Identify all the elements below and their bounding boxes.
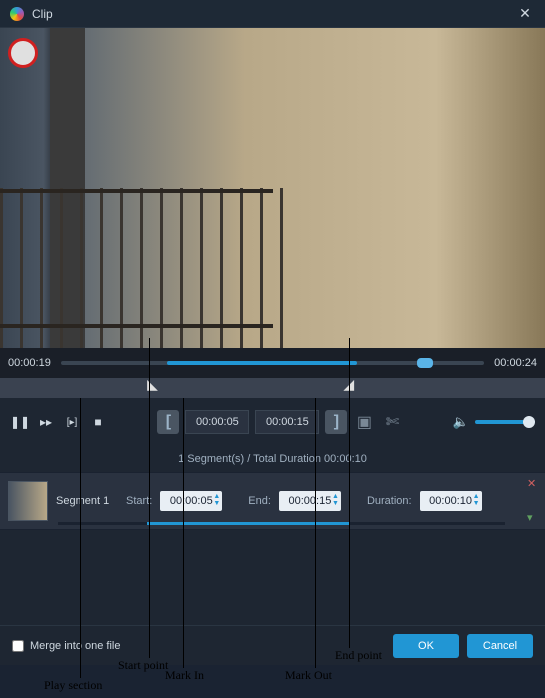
spinner-icon[interactable]: ▲▼ bbox=[332, 493, 339, 507]
stop-button[interactable]: ■ bbox=[88, 412, 108, 432]
add-segment-icon[interactable]: ▾ bbox=[527, 511, 541, 525]
duration-input[interactable]: 00:00:10 ▲▼ bbox=[420, 491, 482, 511]
start-label: Start: bbox=[126, 495, 152, 507]
total-time: 00:00:24 bbox=[494, 357, 537, 369]
duration-label: Duration: bbox=[367, 495, 412, 507]
anno-mark-in: Mark In bbox=[165, 668, 204, 683]
merge-checkbox[interactable] bbox=[12, 640, 24, 652]
mark-in-time[interactable]: 00:00:05 bbox=[185, 410, 249, 434]
timeline-bar: 00:00:19 00:00:24 bbox=[0, 348, 545, 378]
fast-forward-button[interactable]: ▸▸ bbox=[36, 412, 56, 432]
playback-controls: ❚❚ ▸▸ [▸] ■ [ 00:00:05 00:00:15 ] ▣ ✄ 🔈 bbox=[0, 398, 545, 446]
timeline-handle[interactable] bbox=[417, 358, 433, 368]
anno-mark-out: Mark Out bbox=[285, 668, 332, 683]
end-time-input[interactable]: 00:00:15 ▲▼ bbox=[279, 491, 341, 511]
segment-row[interactable]: Segment 1 Start: 00:00:05 ▲▼ End: 00:00:… bbox=[0, 472, 545, 530]
window-title: Clip bbox=[32, 7, 53, 21]
mark-out-time[interactable]: 00:00:15 bbox=[255, 410, 319, 434]
video-preview bbox=[0, 28, 545, 348]
crop-icon[interactable]: ▣ bbox=[353, 411, 375, 433]
speaker-icon[interactable]: 🔈 bbox=[453, 414, 469, 430]
timeline-progress bbox=[167, 361, 358, 365]
mark-strip: ◣ ◢ bbox=[0, 378, 545, 398]
mark-in-button[interactable]: [ bbox=[157, 410, 179, 434]
merge-checkbox-label[interactable]: Merge into one file bbox=[12, 640, 121, 652]
segment-track[interactable] bbox=[58, 522, 505, 525]
end-label: End: bbox=[248, 495, 271, 507]
spinner-icon[interactable]: ▲▼ bbox=[213, 493, 220, 507]
mark-out-indicator[interactable]: ◢ bbox=[343, 376, 353, 386]
delete-segment-icon[interactable]: ✕ bbox=[527, 477, 541, 491]
title-bar: Clip ✕ bbox=[0, 0, 545, 28]
volume-slider[interactable] bbox=[475, 420, 535, 424]
spinner-icon[interactable]: ▲▼ bbox=[473, 493, 480, 507]
close-icon[interactable]: ✕ bbox=[515, 5, 535, 22]
footer-bar: Merge into one file OK Cancel bbox=[0, 625, 545, 665]
segment-summary: 1 Segment(s) / Total Duration 00:00:10 bbox=[0, 446, 545, 472]
segment-name: Segment 1 bbox=[56, 495, 118, 507]
ok-button[interactable]: OK bbox=[393, 634, 459, 658]
anno-play-section: Play section bbox=[44, 678, 102, 693]
cut-icon[interactable]: ✄ bbox=[381, 411, 403, 433]
start-time-input[interactable]: 00:00:05 ▲▼ bbox=[160, 491, 222, 511]
pause-button[interactable]: ❚❚ bbox=[10, 412, 30, 432]
cancel-button[interactable]: Cancel bbox=[467, 634, 533, 658]
mark-out-button[interactable]: ] bbox=[325, 410, 347, 434]
mark-in-indicator[interactable]: ◣ bbox=[147, 376, 157, 386]
app-logo-icon bbox=[10, 7, 24, 21]
segment-thumbnail bbox=[8, 481, 48, 521]
volume-knob[interactable] bbox=[523, 416, 535, 428]
play-section-button[interactable]: [▸] bbox=[62, 412, 82, 432]
timeline-track[interactable] bbox=[61, 361, 484, 365]
segments-area bbox=[0, 530, 545, 625]
current-time: 00:00:19 bbox=[8, 357, 51, 369]
